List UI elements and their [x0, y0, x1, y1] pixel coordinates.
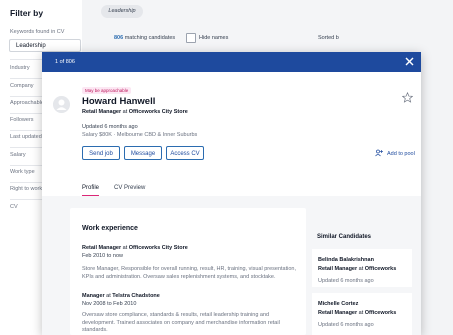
- similar-candidate-card[interactable]: Michelle Cortez Retail Manager at Office…: [312, 293, 412, 335]
- close-icon[interactable]: [404, 56, 415, 67]
- similar-name: Michelle Cortez: [318, 301, 359, 307]
- similar-candidate-card[interactable]: Belinda Balakrishnan Retail Manager at O…: [312, 249, 412, 287]
- hide-names-label: Hide names: [199, 35, 229, 41]
- similar-at: at: [358, 266, 364, 272]
- filter-title: Filter by: [10, 8, 44, 18]
- facet-last-updated[interactable]: Last updated: [10, 134, 42, 140]
- job-description: Store Manager, Responsible for overall r…: [82, 266, 297, 280]
- keywords-input[interactable]: Leadership: [9, 39, 81, 52]
- filter-chip[interactable]: Leadership: [101, 5, 143, 18]
- match-count-label: matching candidates: [124, 35, 176, 41]
- add-to-pool-link[interactable]: Add to pool: [387, 151, 415, 157]
- similar-updated: Updated 6 months ago: [318, 278, 374, 284]
- tab-cv-preview[interactable]: CV Preview: [114, 185, 145, 191]
- approachable-badge: May be approachable: [82, 87, 132, 94]
- facet-salary[interactable]: Salary: [10, 152, 26, 158]
- access-cv-button[interactable]: Access CV: [166, 146, 204, 160]
- job-role: Retail Manager: [82, 245, 122, 251]
- profile-body: Work experience Retail Manager at Office…: [42, 196, 421, 335]
- facet-cv[interactable]: CV: [10, 204, 18, 210]
- candidate-name: Howard Hanwell: [82, 96, 156, 107]
- job-company: Telstra Chadstone: [112, 293, 160, 299]
- job-description: Oversaw store compliance, standards & re…: [82, 312, 280, 333]
- modal-header: 1 of 806: [42, 52, 421, 72]
- salary: Salary $80K: [82, 132, 112, 138]
- similar-candidates-title: Similar Candidates: [317, 234, 372, 240]
- facet-approachable[interactable]: Approachable: [10, 100, 44, 106]
- similar-name: Belinda Balakrishnan: [318, 257, 374, 263]
- job-dates: Nov 2008 to Feb 2010: [82, 301, 137, 307]
- modal-counter: 1 of 806: [55, 59, 75, 65]
- candidate-modal: 1 of 806 May be approachable Howard Hanw…: [42, 52, 421, 335]
- add-to-pool-icon[interactable]: [375, 149, 383, 157]
- role-company: Officeworks City Store: [128, 109, 188, 115]
- star-icon[interactable]: [402, 92, 413, 103]
- candidate-salary-location: Salary $80K · Melbourne CBD & Inner Subu…: [82, 132, 198, 138]
- message-button[interactable]: Message: [124, 146, 162, 160]
- candidate-updated: Updated 6 months ago: [82, 124, 138, 130]
- job-at: at: [122, 245, 128, 251]
- tab-profile[interactable]: Profile: [82, 185, 99, 191]
- similar-updated: Updated 6 months ago: [318, 322, 374, 328]
- job-title: Retail Manager at Officeworks City Store: [82, 245, 188, 251]
- facet-industry[interactable]: Industry: [10, 65, 30, 71]
- similar-role-title: Retail Manager: [318, 310, 358, 316]
- similar-role-title: Retail Manager: [318, 266, 358, 272]
- work-experience-card: Work experience Retail Manager at Office…: [70, 208, 306, 335]
- job-company: Officeworks City Store: [128, 245, 188, 251]
- role-title: Retail Manager: [82, 109, 122, 115]
- work-experience-title: Work experience: [82, 225, 138, 232]
- facet-followers[interactable]: Followers: [10, 117, 34, 123]
- location: Melbourne CBD & Inner Suburbs: [116, 132, 198, 138]
- facet-work-type[interactable]: Work type: [10, 169, 35, 175]
- similar-role: Retail Manager at Officeworks: [318, 310, 396, 316]
- role-at: at: [122, 109, 128, 115]
- similar-company: Officeworks: [364, 266, 397, 272]
- hide-names-checkbox[interactable]: [186, 33, 196, 43]
- candidate-role: Retail Manager at Officeworks City Store: [82, 109, 188, 115]
- send-job-button[interactable]: Send job: [82, 146, 120, 160]
- sort-control[interactable]: Sorted b: [318, 35, 339, 41]
- similar-at: at: [358, 310, 364, 316]
- job-dates: Feb 2010 to now: [82, 253, 123, 259]
- similar-company: Officeworks: [364, 310, 397, 316]
- keywords-label: Keywords found in CV: [10, 29, 65, 35]
- match-count-value: 806: [114, 35, 124, 41]
- job-role: Manager: [82, 293, 105, 299]
- avatar-icon: [53, 96, 70, 113]
- similar-role: Retail Manager at Officeworks: [318, 266, 396, 272]
- matching-candidates: 806 matching candidates: [114, 35, 175, 41]
- job-title: Manager at Telstra Chadstone: [82, 293, 160, 299]
- profile-tabs: Profile CV Preview: [42, 176, 421, 197]
- job-at: at: [106, 293, 111, 299]
- facet-right-to-work[interactable]: Right to work: [10, 186, 42, 192]
- facet-company[interactable]: Company: [10, 83, 34, 89]
